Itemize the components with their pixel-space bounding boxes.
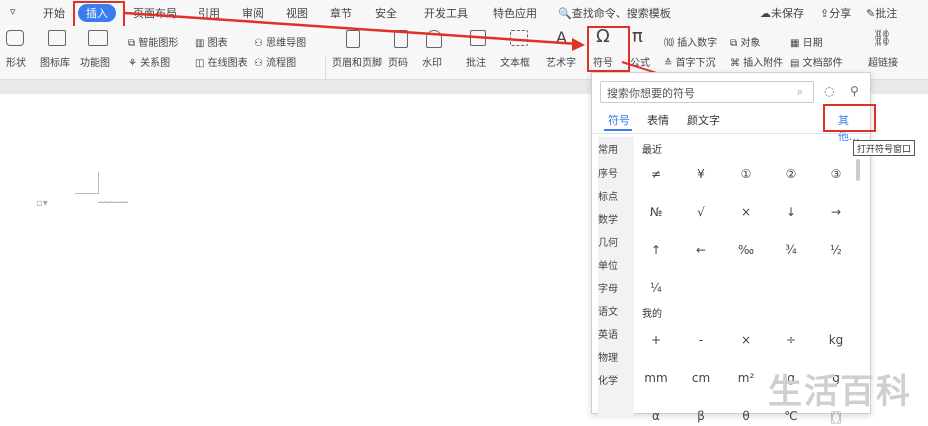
tooltip-open-symbol-window: 打开符号窗口: [853, 140, 916, 156]
recent-symbol-1[interactable]: ¥: [681, 167, 721, 181]
recent-symbol-2[interactable]: ①: [726, 167, 766, 181]
mine-symbol-3[interactable]: ÷: [771, 333, 811, 347]
panel-divider: [592, 133, 872, 134]
scrollbar-thumb[interactable]: [856, 159, 860, 181]
panel-tab-emoji[interactable]: 表情: [647, 112, 669, 128]
recent-symbol-10[interactable]: ↑: [636, 243, 676, 257]
cat-punctuation[interactable]: 标点: [598, 188, 632, 203]
highlight-more-link: [823, 104, 876, 132]
cat-english[interactable]: 英语: [598, 326, 632, 341]
mine-symbol-12[interactable]: θ: [726, 409, 766, 423]
pin-icon[interactable]: ⚲: [850, 84, 859, 98]
cat-chemistry[interactable]: 化学: [598, 372, 632, 387]
mine-symbol-11[interactable]: β: [681, 409, 721, 423]
panel-tab-kaomoji[interactable]: 颜文字: [687, 112, 720, 128]
panel-tab-symbols[interactable]: 符号: [608, 112, 630, 128]
recent-symbol-8[interactable]: ↓: [771, 205, 811, 219]
recent-symbol-6[interactable]: √: [681, 205, 721, 219]
active-tab-underline: [604, 129, 632, 131]
cat-geometry[interactable]: 几何: [598, 234, 632, 249]
recent-symbol-7[interactable]: ×: [726, 205, 766, 219]
recent-symbol-15[interactable]: ¼: [636, 281, 676, 295]
cat-numbering[interactable]: 序号: [598, 165, 632, 180]
recent-symbol-4[interactable]: ③: [816, 167, 856, 181]
mine-symbol-4[interactable]: kg: [816, 333, 856, 347]
chat-icon[interactable]: ◌: [824, 84, 834, 98]
mine-symbol-10[interactable]: α: [636, 409, 676, 423]
mine-symbol-6[interactable]: cm: [681, 371, 721, 385]
arrow-insert-to-symbol: [124, 11, 579, 46]
mine-label: 我的: [642, 309, 662, 320]
cat-chinese[interactable]: 语文: [598, 303, 632, 318]
search-icon[interactable]: ⌕: [797, 85, 803, 99]
mine-symbol-0[interactable]: +: [636, 333, 676, 347]
cat-common[interactable]: 常用: [598, 141, 632, 156]
watermark-text: 生活百科: [768, 372, 912, 412]
recent-symbol-12[interactable]: ‰: [726, 243, 766, 257]
recent-symbol-0[interactable]: ≠: [636, 167, 676, 181]
arrow-head: [572, 38, 585, 51]
mine-symbol-7[interactable]: m²: [726, 371, 766, 385]
recent-symbol-3[interactable]: ②: [771, 167, 811, 181]
recent-symbol-5[interactable]: №: [636, 205, 676, 219]
cat-math[interactable]: 数学: [598, 211, 632, 226]
cat-letters[interactable]: 字母: [598, 280, 632, 295]
recent-symbol-14[interactable]: ½: [816, 243, 856, 257]
mine-symbol-2[interactable]: ×: [726, 333, 766, 347]
recent-symbol-13[interactable]: ¾: [771, 243, 811, 257]
cat-physics[interactable]: 物理: [598, 349, 632, 364]
mine-symbol-5[interactable]: mm: [636, 371, 676, 385]
recent-label: 最近: [642, 145, 662, 156]
symbol-search-input[interactable]: 搜索你想要的符号: [600, 81, 814, 103]
recent-symbol-11[interactable]: ←: [681, 243, 721, 257]
cat-units[interactable]: 单位: [598, 257, 632, 272]
recent-symbol-9[interactable]: →: [816, 205, 856, 219]
mine-symbol-1[interactable]: -: [681, 333, 721, 347]
